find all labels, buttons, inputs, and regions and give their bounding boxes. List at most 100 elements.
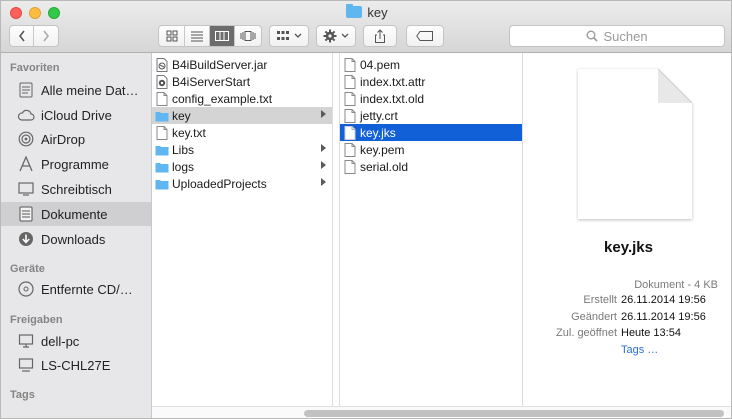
view-mode-control (158, 25, 262, 47)
file-name: key.txt (172, 125, 206, 140)
sidebar-item-remote-disc[interactable]: Entfernte CD/… (1, 277, 151, 301)
file-row-b4iserverstart[interactable]: B4iServerStart (152, 73, 332, 90)
column-view-button[interactable] (210, 26, 235, 46)
sidebar-item-label: LS-CHL27E (41, 357, 111, 373)
disc-icon (17, 280, 35, 298)
sidebar-item-label: Dokumente (41, 206, 108, 222)
preview-label: Zul. geöffnet (556, 327, 617, 339)
file-name: serial.old (360, 159, 409, 174)
file-row-config-example[interactable]: config_example.txt (152, 90, 332, 107)
downloads-icon (17, 230, 35, 248)
documents-icon (17, 205, 35, 223)
script-file-icon (155, 74, 169, 89)
large-document-icon (578, 68, 693, 219)
document-icon (343, 74, 357, 89)
sidebar-item-label: Schreibtisch (41, 181, 112, 197)
preview-created-row: Erstellt 26.11.2014 19:56 (524, 294, 731, 308)
back-button[interactable] (10, 26, 34, 46)
preview-tags-link[interactable]: Tags … (621, 344, 658, 356)
jar-file-icon (155, 57, 169, 72)
sidebar-item-icloud-drive[interactable]: iCloud Drive (1, 103, 151, 127)
preview-modified-row: Geändert 26.11.2014 19:56 (524, 311, 731, 325)
preview-opened-row: Zul. geöffnet Heute 13:54 (524, 327, 731, 341)
window-title: key (1, 4, 731, 20)
share-button[interactable] (363, 25, 397, 47)
window-title-text: key (367, 5, 388, 20)
scrollbar-thumb[interactable] (304, 410, 724, 417)
folder-row-uploadedprojects[interactable]: UploadedProjects (152, 175, 332, 192)
file-row-key-txt[interactable]: key.txt (152, 124, 332, 141)
tag-icon (416, 31, 433, 41)
sidebar-item-label: Entfernte CD/… (41, 281, 133, 297)
share-icon (375, 28, 385, 43)
list-icon (191, 31, 203, 42)
cover-flow-button[interactable] (235, 26, 260, 46)
file-row-jetty-crt[interactable]: jetty.crt (340, 107, 522, 124)
chevron-right-icon (43, 30, 50, 42)
pc-icon (17, 332, 35, 350)
preview-value: Heute 13:54 (621, 327, 681, 339)
search-placeholder: Suchen (603, 28, 648, 44)
preview-kind: Dokument - 4 KB (634, 279, 718, 291)
file-row-b4ibuildserver[interactable]: B4iBuildServer.jar (152, 56, 332, 73)
file-row-key-pem[interactable]: key.pem (340, 141, 522, 158)
file-name: key.pem (360, 142, 405, 157)
search-field[interactable]: Suchen (509, 25, 725, 47)
sidebar-item-programme[interactable]: Programme (1, 152, 151, 176)
chevron-left-icon (18, 30, 25, 42)
browser-column-2[interactable]: 04.pem index.txt.attr index.txt.old jett… (340, 53, 523, 406)
all-files-icon (17, 81, 35, 99)
file-name: B4iServerStart (172, 74, 251, 89)
document-icon (343, 108, 357, 123)
sidebar: Favoriten Alle meine Dat… iCloud Drive A… (1, 53, 152, 418)
sidebar-heading-shared: Freigaben (10, 314, 63, 326)
horizontal-scrollbar[interactable] (152, 406, 731, 418)
document-icon (343, 142, 357, 157)
file-row-04-pem[interactable]: 04.pem (340, 56, 522, 73)
sidebar-item-schreibtisch[interactable]: Schreibtisch (1, 177, 151, 201)
sidebar-item-ls-chl27e[interactable]: LS-CHL27E (1, 353, 151, 377)
browser-column-1[interactable]: B4iBuildServer.jar B4iServerStart config… (152, 53, 333, 406)
file-row-index-txt-attr[interactable]: index.txt.attr (340, 73, 522, 90)
chevron-down-icon (294, 33, 302, 38)
finder-window: key Suchen Favoriten Alle meine Dat… iCl… (0, 0, 732, 419)
sidebar-heading-devices: Geräte (10, 263, 45, 275)
arrange-button[interactable] (269, 25, 309, 47)
preview-value: 26.11.2014 19:56 (621, 311, 706, 323)
icon-view-button[interactable] (160, 26, 185, 46)
sidebar-item-all-files[interactable]: Alle meine Dat… (1, 78, 151, 102)
file-row-index-txt-old[interactable]: index.txt.old (340, 90, 522, 107)
document-icon (343, 57, 357, 72)
desktop-icon (17, 180, 35, 198)
file-row-serial-old[interactable]: serial.old (340, 158, 522, 175)
folder-row-key[interactable]: key (152, 107, 332, 124)
sidebar-item-downloads[interactable]: Downloads (1, 227, 151, 251)
sidebar-item-dell-pc[interactable]: dell-pc (1, 329, 151, 353)
sidebar-item-airdrop[interactable]: AirDrop (1, 127, 151, 151)
sidebar-heading-tags: Tags (10, 389, 35, 401)
folder-icon (346, 4, 363, 18)
sidebar-item-label: Alle meine Dat… (41, 82, 139, 98)
nas-icon (17, 356, 35, 374)
search-icon (586, 30, 599, 42)
grid-icon (166, 30, 178, 42)
airdrop-icon (17, 130, 35, 148)
list-view-button[interactable] (185, 26, 210, 46)
action-button[interactable] (316, 25, 356, 47)
preview-tags-row: Tags … (524, 344, 731, 358)
chevron-down-icon (341, 33, 349, 38)
file-name: config_example.txt (172, 91, 273, 106)
folder-icon (155, 176, 169, 191)
file-row-key-jks[interactable]: key.jks (340, 124, 522, 141)
cloud-icon (17, 106, 35, 124)
sidebar-item-dokumente[interactable]: Dokumente (1, 202, 151, 226)
preview-kind-row: Dokument - 4 KB (524, 279, 731, 293)
folder-row-logs[interactable]: logs (152, 158, 332, 175)
tag-button[interactable] (406, 25, 444, 47)
sidebar-heading-favorites: Favoriten (10, 62, 60, 74)
folder-row-libs[interactable]: Libs (152, 141, 332, 158)
columns-icon (215, 31, 229, 41)
forward-button[interactable] (34, 26, 58, 46)
sidebar-item-label: iCloud Drive (41, 107, 112, 123)
column-resize-handle[interactable] (333, 53, 340, 406)
